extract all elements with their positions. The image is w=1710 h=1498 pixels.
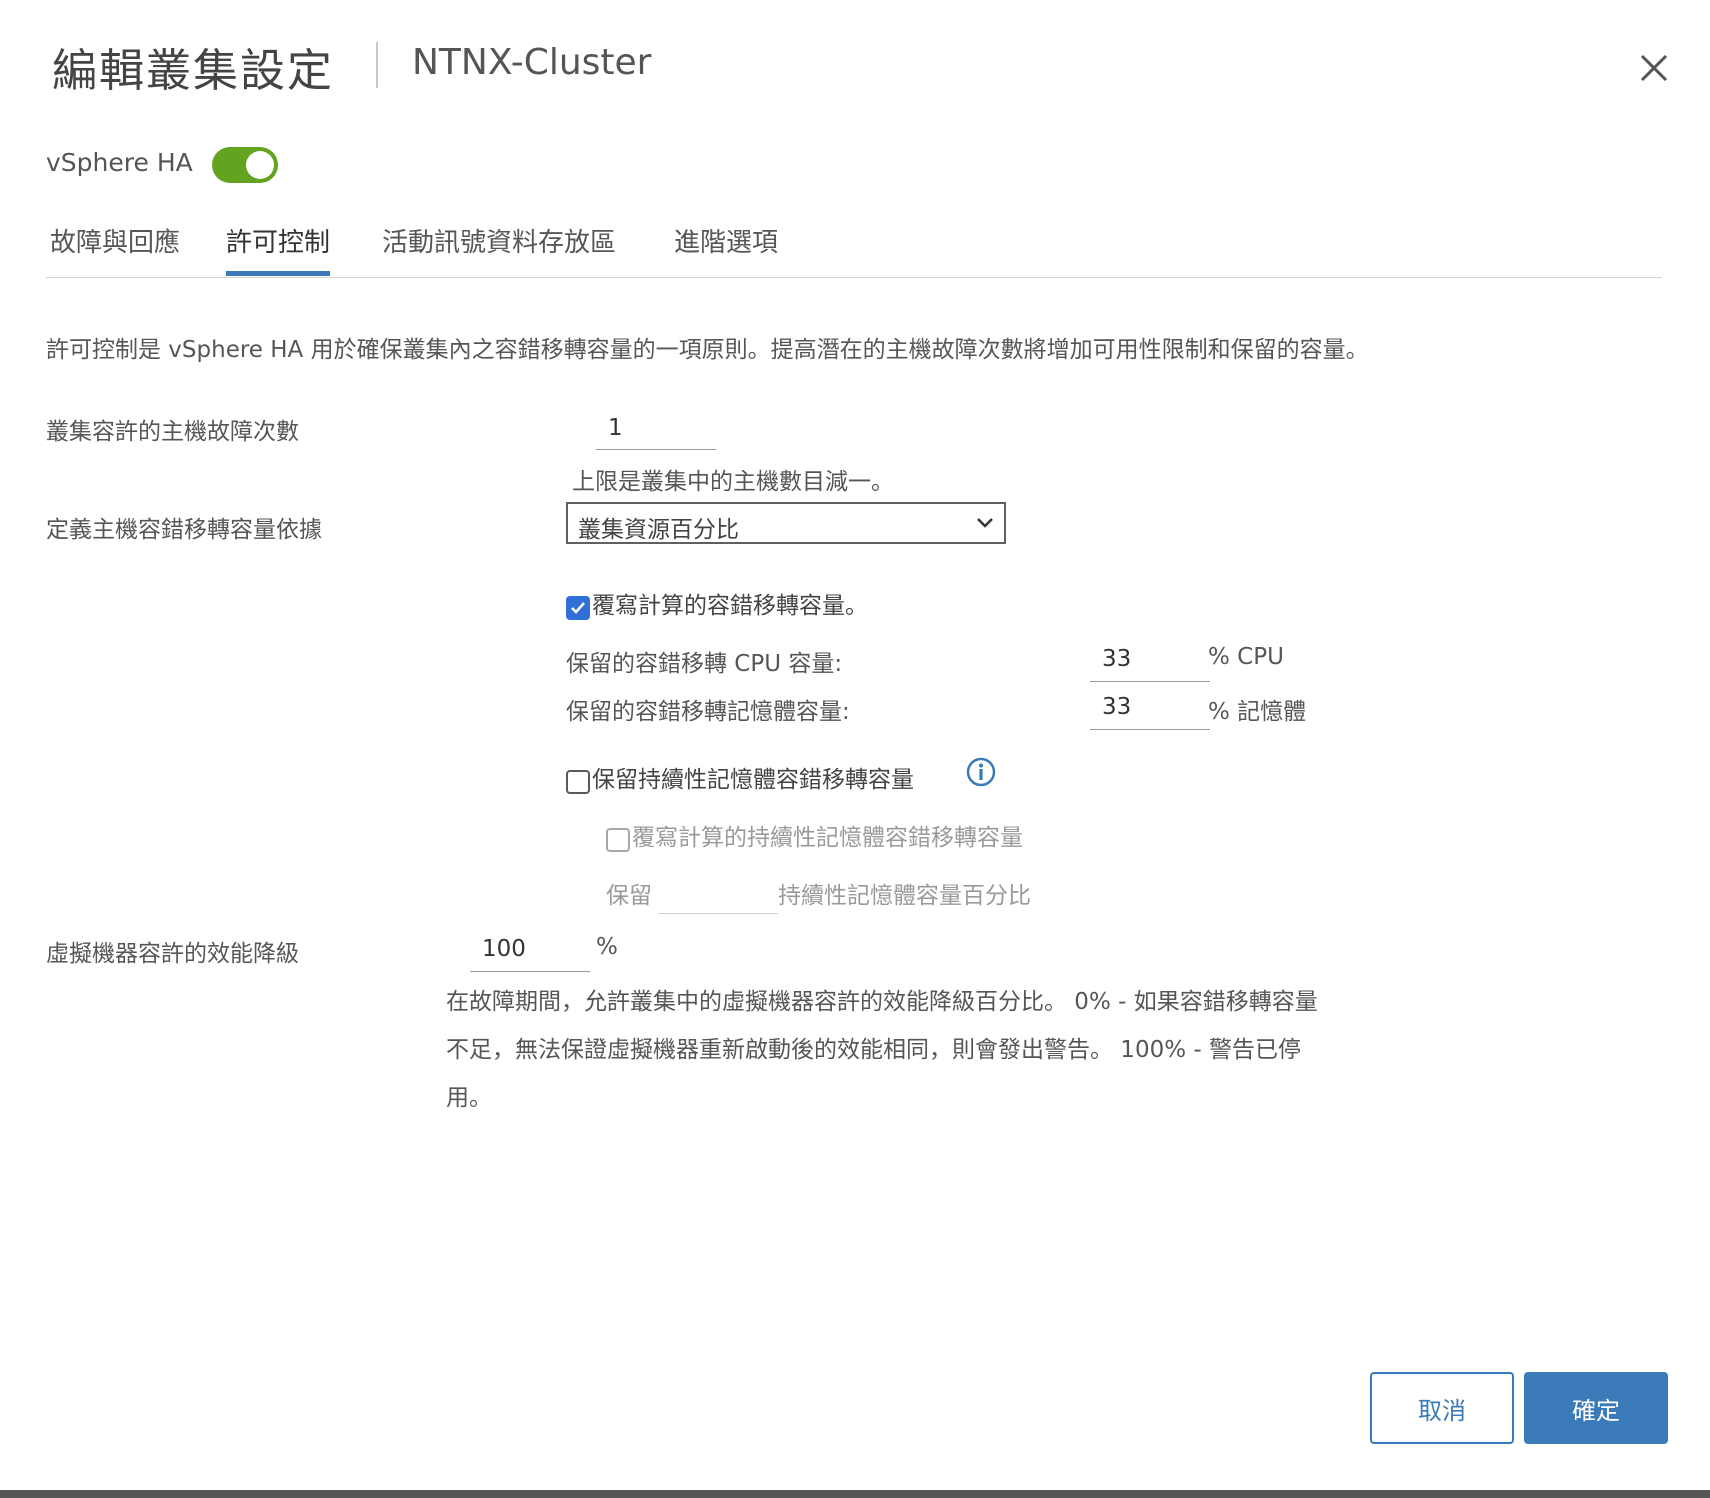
vm-degradation-help-line-1: 在故障期間，允許叢集中的虛擬機器容許的效能降級百分比。 0% - 如果容錯移轉容… bbox=[446, 989, 1318, 1015]
pmem-override-label: 覆寫計算的持續性記憶體容錯移轉容量 bbox=[632, 825, 1023, 851]
failover-capacity-selected: 叢集資源百分比 bbox=[578, 517, 739, 543]
chevron-down-icon bbox=[977, 518, 993, 528]
ha-label: vSphere HA bbox=[46, 148, 193, 177]
host-failures-label: 叢集容許的主機故障次數 bbox=[46, 419, 299, 445]
vm-degradation-help-line-2: 不足，無法保證虛擬機器重新啟動後的效能相同，則會發出警告。 100% - 警告已… bbox=[446, 1037, 1301, 1063]
toggle-knob bbox=[246, 151, 274, 179]
pmem-reserve-prefix: 保留 bbox=[606, 883, 652, 909]
host-failures-input[interactable] bbox=[596, 406, 716, 450]
pmem-override-checkbox[interactable] bbox=[606, 828, 630, 852]
admission-control-description: 許可控制是 vSphere HA 用於確保叢集內之容錯移轉容量的一項原則。提高潛… bbox=[46, 337, 1369, 363]
override-checkbox[interactable] bbox=[566, 596, 590, 620]
memory-capacity-input[interactable] bbox=[1090, 684, 1210, 730]
close-icon bbox=[1640, 54, 1668, 82]
vm-degradation-label: 虛擬機器容許的效能降級 bbox=[46, 941, 299, 967]
ok-button[interactable]: 確定 bbox=[1524, 1372, 1668, 1444]
vm-degradation-unit: % bbox=[596, 934, 618, 960]
pmem-label: 保留持續性記憶體容錯移轉容量 bbox=[592, 767, 914, 793]
dialog-title: 編輯叢集設定 bbox=[52, 44, 335, 97]
vm-degradation-input[interactable] bbox=[470, 926, 590, 972]
pmem-checkbox[interactable] bbox=[566, 770, 590, 794]
title-divider bbox=[376, 42, 378, 88]
cpu-capacity-label: 保留的容錯移轉 CPU 容量: bbox=[566, 651, 843, 677]
tabs-divider bbox=[46, 277, 1662, 278]
tab-admission-control[interactable]: 許可控制 bbox=[226, 222, 331, 276]
cpu-capacity-input[interactable] bbox=[1090, 636, 1210, 682]
tab-advanced-options[interactable]: 進階選項 bbox=[674, 222, 778, 276]
tab-heartbeat-datastores[interactable]: 活動訊號資料存放區 bbox=[382, 222, 616, 276]
close-button[interactable] bbox=[1634, 48, 1674, 88]
failover-capacity-select[interactable]: 叢集資源百分比 bbox=[566, 502, 1006, 544]
bottom-border bbox=[0, 1490, 1710, 1498]
pmem-reserve-input[interactable] bbox=[658, 868, 778, 914]
override-label: 覆寫計算的容錯移轉容量。 bbox=[592, 593, 868, 619]
info-icon[interactable] bbox=[966, 757, 996, 787]
tab-failures-responses[interactable]: 故障與回應 bbox=[50, 222, 180, 276]
memory-capacity-label: 保留的容錯移轉記憶體容量: bbox=[566, 699, 850, 725]
memory-unit: % 記憶體 bbox=[1208, 699, 1307, 725]
ha-toggle[interactable] bbox=[212, 147, 278, 183]
failover-capacity-label: 定義主機容錯移轉容量依據 bbox=[46, 517, 322, 543]
pmem-reserve-suffix: 持續性記憶體容量百分比 bbox=[778, 883, 1031, 909]
host-failures-help: 上限是叢集中的主機數目減一。 bbox=[572, 469, 894, 495]
cpu-unit: % CPU bbox=[1208, 644, 1284, 670]
vm-degradation-help-line-3: 用。 bbox=[446, 1085, 492, 1111]
cancel-button[interactable]: 取消 bbox=[1370, 1372, 1514, 1444]
cluster-name: NTNX-Cluster bbox=[412, 42, 652, 83]
checkmark-icon bbox=[571, 602, 585, 614]
